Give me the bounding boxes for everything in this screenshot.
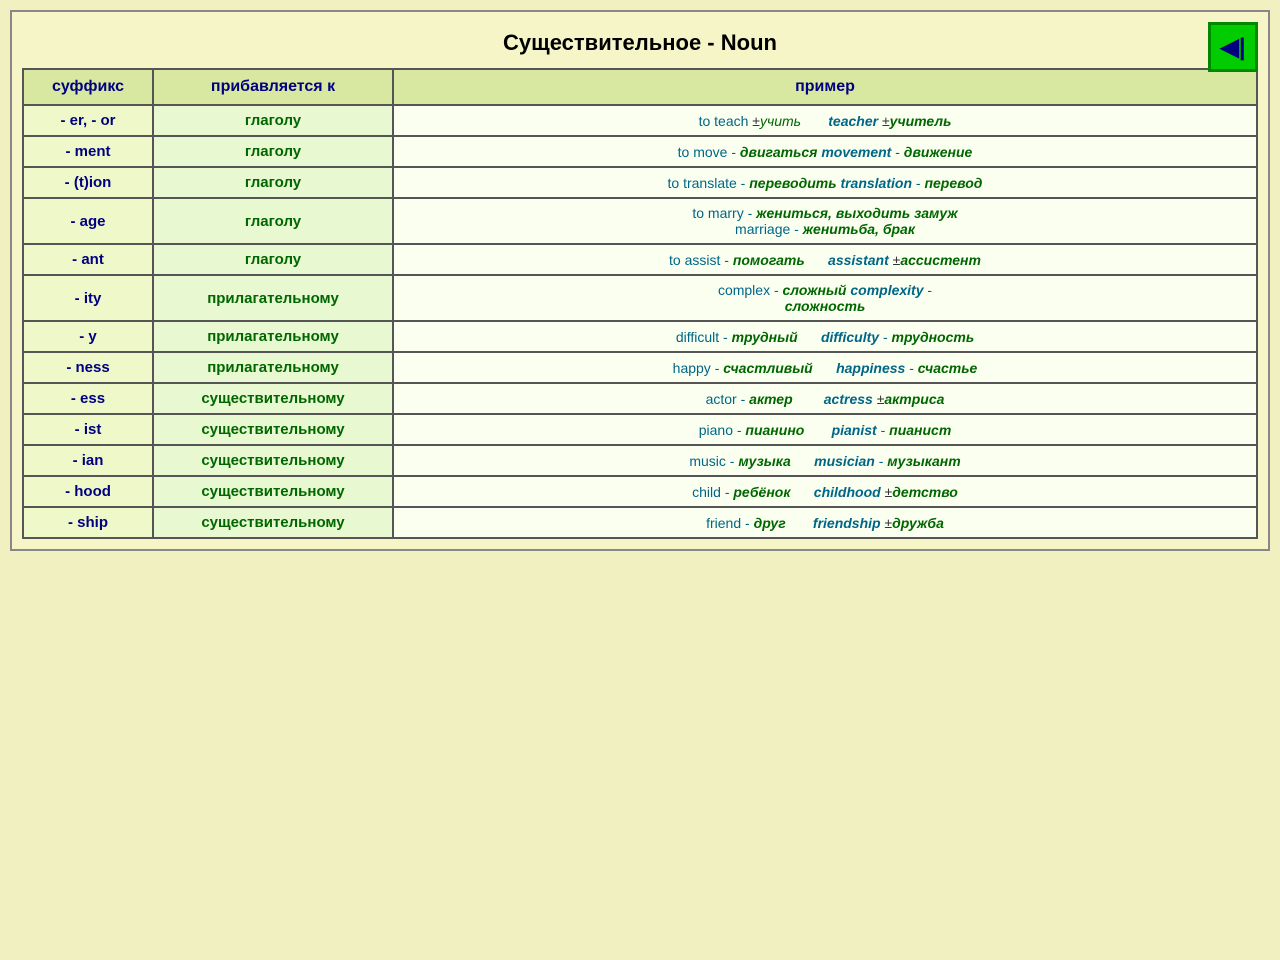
page-wrapper: Существительное - Noun ◀| суффикс прибав… (10, 10, 1270, 551)
suffix-cell: - age (23, 198, 153, 244)
added-to-cell: существительному (153, 414, 393, 445)
col-header-added-to: прибавляется к (153, 69, 393, 105)
example-cell: to marry - жениться, выходить замуж marr… (393, 198, 1257, 244)
added-to-cell: существительному (153, 445, 393, 476)
table-header-row: суффикс прибавляется к пример (23, 69, 1257, 105)
example-cell: piano - пианино pianist - пианист (393, 414, 1257, 445)
suffix-cell: - ist (23, 414, 153, 445)
added-to-cell: глаголу (153, 105, 393, 136)
nav-back-button[interactable]: ◀| (1208, 22, 1258, 72)
noun-suffixes-table: суффикс прибавляется к пример - er, - or… (22, 68, 1258, 539)
added-to-cell: прилагательному (153, 275, 393, 321)
suffix-cell: - (t)ion (23, 167, 153, 198)
suffix-cell: - y (23, 321, 153, 352)
col-header-suffix: суффикс (23, 69, 153, 105)
suffix-cell: - er, - or (23, 105, 153, 136)
table-row: - (t)ion глаголу to translate - переводи… (23, 167, 1257, 198)
added-to-cell: существительному (153, 507, 393, 538)
suffix-cell: - ian (23, 445, 153, 476)
table-row: - ment глаголу to move - двигаться movem… (23, 136, 1257, 167)
example-cell: child - ребёнок childhood ±детство (393, 476, 1257, 507)
added-to-cell: существительному (153, 476, 393, 507)
table-row: - age глаголу to marry - жениться, выход… (23, 198, 1257, 244)
added-to-cell: глаголу (153, 136, 393, 167)
col-header-example: пример (393, 69, 1257, 105)
example-cell: friend - друг friendship ±дружба (393, 507, 1257, 538)
example-cell: to assist - помогать assistant ±ассистен… (393, 244, 1257, 275)
suffix-cell: - ness (23, 352, 153, 383)
suffix-cell: - ity (23, 275, 153, 321)
suffix-cell: - ship (23, 507, 153, 538)
added-to-cell: глаголу (153, 244, 393, 275)
table-row: - er, - or глаголу to teach ±учить teach… (23, 105, 1257, 136)
suffix-cell: - hood (23, 476, 153, 507)
example-cell: to teach ±учить teacher ±учитель (393, 105, 1257, 136)
added-to-cell: существительному (153, 383, 393, 414)
added-to-cell: прилагательному (153, 352, 393, 383)
table-row: - ess существительному actor - актер act… (23, 383, 1257, 414)
added-to-cell: глаголу (153, 167, 393, 198)
added-to-cell: глаголу (153, 198, 393, 244)
suffix-cell: - ment (23, 136, 153, 167)
table-row: - ness прилагательному happy - счастливы… (23, 352, 1257, 383)
title-area: Существительное - Noun ◀| (22, 22, 1258, 68)
table-row: - ity прилагательному complex - сложный … (23, 275, 1257, 321)
table-row: - y прилагательному difficult - трудный … (23, 321, 1257, 352)
table-row: - ship существительному friend - друг fr… (23, 507, 1257, 538)
example-cell: to move - двигаться movement - движение (393, 136, 1257, 167)
suffix-cell: - ess (23, 383, 153, 414)
example-cell: happy - счастливый happiness - счастье (393, 352, 1257, 383)
page-title: Существительное - Noun (503, 30, 777, 55)
nav-back-icon: ◀| (1220, 33, 1245, 62)
table-row: - ian существительному music - музыка mu… (23, 445, 1257, 476)
example-cell: complex - сложный complexity - сложность (393, 275, 1257, 321)
table-row: - hood существительному child - ребёнок … (23, 476, 1257, 507)
table-row: - ant глаголу to assist - помогать assis… (23, 244, 1257, 275)
table-row: - ist существительному piano - пианино p… (23, 414, 1257, 445)
example-cell: actor - актер actress ±актриса (393, 383, 1257, 414)
example-cell: music - музыка musician - музыкант (393, 445, 1257, 476)
example-cell: difficult - трудный difficulty - труднос… (393, 321, 1257, 352)
suffix-cell: - ant (23, 244, 153, 275)
example-cell: to translate - переводить translation - … (393, 167, 1257, 198)
added-to-cell: прилагательному (153, 321, 393, 352)
